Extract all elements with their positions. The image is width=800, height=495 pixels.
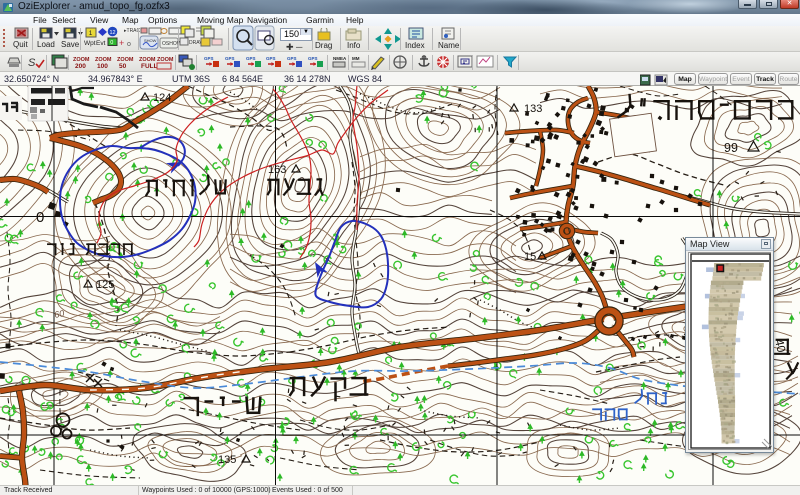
svg-text:MM: MM (352, 56, 360, 61)
svg-text:15: 15 (524, 251, 536, 263)
svg-text:0: 0 (36, 209, 44, 226)
svg-text:60: 60 (53, 308, 65, 320)
svg-text:FULL: FULL (141, 63, 158, 70)
svg-text:ZOOM: ZOOM (157, 57, 174, 63)
svg-text:135: 135 (218, 454, 236, 466)
svg-text:NMEA: NMEA (333, 56, 347, 61)
svg-text:200: 200 (75, 63, 86, 70)
svg-text:163: 163 (268, 164, 286, 176)
svg-text:125: 125 (96, 279, 114, 291)
svg-text:99: 99 (724, 141, 738, 155)
svg-text:GPS: GPS (225, 56, 235, 61)
svg-text:S: S (28, 57, 36, 69)
svg-text:GPS: GPS (266, 56, 276, 61)
svg-text:GPS: GPS (246, 56, 256, 61)
svg-text:133: 133 (524, 103, 542, 115)
svg-text:GPS: GPS (308, 56, 318, 61)
svg-text:50: 50 (119, 63, 127, 70)
svg-text:GPS: GPS (287, 56, 297, 61)
svg-text:124: 124 (153, 92, 171, 104)
svg-text:GPS: GPS (204, 56, 214, 61)
svg-text:100: 100 (97, 63, 108, 70)
